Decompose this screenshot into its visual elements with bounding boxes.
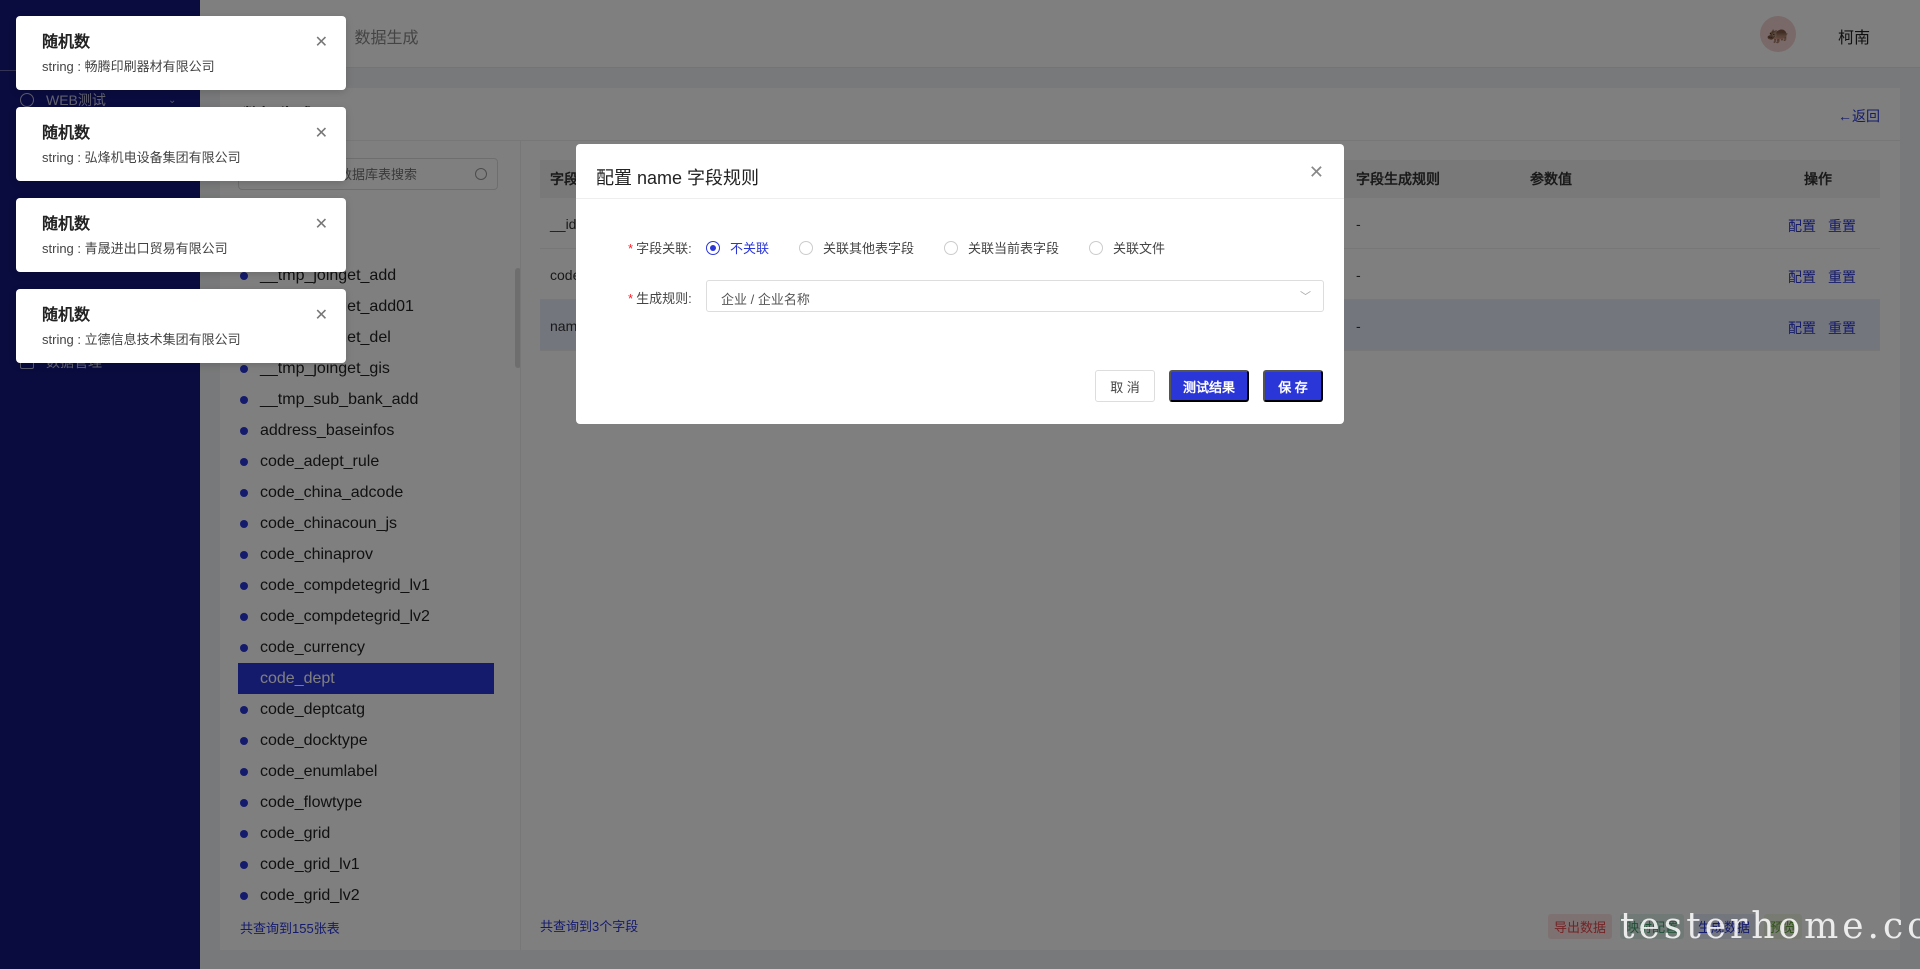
radio-label: 关联其他表字段: [823, 241, 915, 256]
close-icon[interactable]: ✕: [315, 305, 328, 325]
radio-label: 关联文件: [1113, 241, 1166, 256]
rule-select[interactable]: 企业 / 企业名称 ﹀: [706, 280, 1324, 312]
field-association-label: * 字段关联:: [628, 241, 692, 256]
notification-title: 随机数: [42, 216, 91, 233]
notification-card: 随机数 string : 立德信息技术集团有限公司 ✕: [16, 289, 346, 363]
notification-title: 随机数: [42, 307, 91, 324]
dialog-divider: [576, 198, 1344, 199]
radio-option[interactable]: 不关联: [706, 238, 769, 257]
close-icon[interactable]: ✕: [1309, 162, 1324, 183]
field-association-radio-group: 不关联 关联其他表字段 关联当前表字段 关联文件: [706, 238, 1195, 257]
field-rule-dialog: 配置 name 字段规则 ✕ * 字段关联: 不关联 关联其他表字段 关联当前表字段 关…: [576, 144, 1344, 424]
rule-select-value: 企业 / 企业名称: [721, 292, 810, 307]
notification-body: string : 立德信息技术集团有限公司: [42, 332, 241, 347]
dialog-title: 配置 name 字段规则: [596, 168, 760, 188]
radio-option[interactable]: 关联其他表字段: [799, 238, 914, 257]
notification-body: string : 青晟进出口贸易有限公司: [42, 241, 228, 256]
close-icon[interactable]: ✕: [315, 123, 328, 143]
watermark: testerhome.com: [1620, 906, 1920, 947]
radio-circle-icon: [706, 240, 720, 255]
save-button[interactable]: 保 存: [1263, 370, 1323, 402]
radio-option[interactable]: 关联当前表字段: [944, 238, 1059, 257]
rule-label: * 生成规则:: [628, 291, 692, 306]
notification-title: 随机数: [42, 125, 91, 142]
chevron-down-icon: ﹀: [1300, 291, 1311, 303]
notification-card: 随机数 string : 畅腾印刷器材有限公司 ✕: [16, 16, 346, 90]
radio-circle-icon: [944, 240, 959, 255]
notification-body: string : 弘烽机电设备集团有限公司: [42, 150, 241, 165]
close-icon[interactable]: ✕: [315, 32, 328, 52]
notification-card: 随机数 string : 弘烽机电设备集团有限公司 ✕: [16, 107, 346, 181]
notification-card: 随机数 string : 青晟进出口贸易有限公司 ✕: [16, 198, 346, 272]
radio-option[interactable]: 关联文件: [1089, 238, 1165, 257]
radio-label: 不关联: [730, 241, 770, 256]
notification-title: 随机数: [42, 34, 91, 51]
test-result-button[interactable]: 测试结果: [1169, 370, 1249, 402]
radio-circle-icon: [1089, 240, 1104, 255]
notification-body: string : 畅腾印刷器材有限公司: [42, 59, 215, 74]
cancel-button[interactable]: 取 消: [1095, 370, 1155, 402]
radio-label: 关联当前表字段: [968, 241, 1060, 256]
close-icon[interactable]: ✕: [315, 214, 328, 234]
radio-circle-icon: [799, 240, 814, 255]
